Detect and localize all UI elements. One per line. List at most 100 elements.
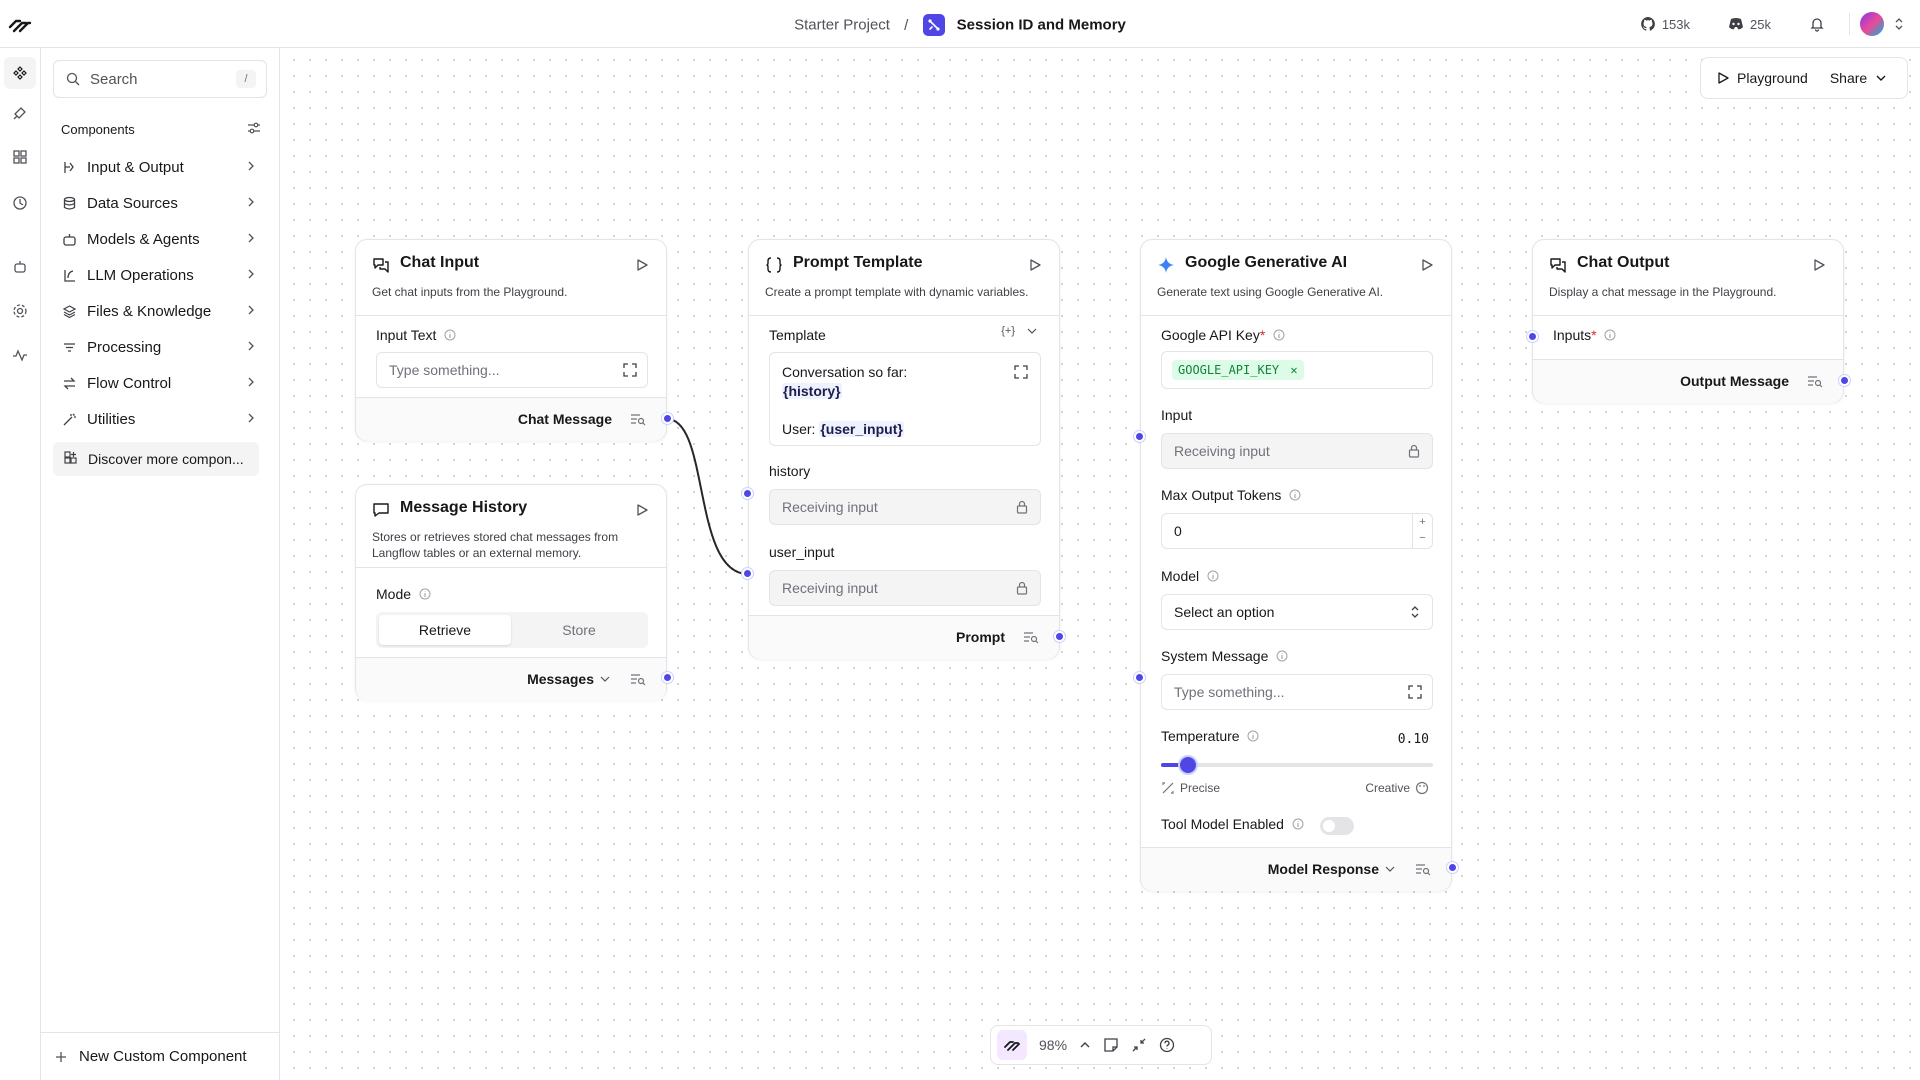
add-variable-button[interactable]: {+} — [1001, 325, 1015, 337]
category-models-agents[interactable]: Models & Agents — [53, 223, 259, 255]
info-icon[interactable] — [1207, 570, 1219, 582]
node-title[interactable]: Chat Input — [400, 254, 479, 272]
history-input-handle[interactable] — [742, 488, 753, 499]
fit-view-icon[interactable] — [1131, 1037, 1147, 1053]
node-google-generative-ai[interactable]: Google Generative AI Generate text using… — [1140, 239, 1452, 891]
history-rail-icon[interactable] — [10, 193, 30, 213]
category-input-output[interactable]: Input & Output — [53, 151, 259, 183]
temperature-slider-thumb[interactable] — [1178, 755, 1199, 775]
chat-output-output-handle[interactable] — [1839, 375, 1850, 386]
user-input-input-handle[interactable] — [742, 568, 753, 579]
chat-output-input-handle[interactable] — [1527, 331, 1538, 342]
prompt-output-handle[interactable] — [1054, 631, 1065, 642]
search-input[interactable] — [90, 69, 230, 89]
share-button[interactable]: Share — [1830, 70, 1887, 86]
run-node-icon[interactable] — [1029, 258, 1041, 272]
node-title[interactable]: Chat Output — [1577, 254, 1669, 272]
inspect-output-icon[interactable] — [630, 672, 646, 686]
expand-icon[interactable] — [1014, 365, 1028, 379]
mode-option-store[interactable]: Store — [513, 615, 645, 645]
activity-rail-icon[interactable] — [10, 345, 30, 365]
model-select[interactable]: Select an option — [1161, 594, 1433, 630]
info-icon[interactable] — [419, 588, 431, 600]
info-icon[interactable] — [1289, 489, 1301, 501]
run-node-icon[interactable] — [1421, 258, 1433, 272]
close-icon[interactable]: ✕ — [1290, 363, 1297, 377]
model-rail-icon[interactable] — [10, 103, 30, 123]
node-prompt-template[interactable]: Prompt Template Create a prompt template… — [748, 239, 1060, 659]
breadcrumb-project[interactable]: Starter Project — [794, 17, 890, 34]
chevron-down-icon[interactable] — [1385, 866, 1395, 873]
info-icon[interactable] — [1604, 329, 1616, 341]
node-chat-input[interactable]: Chat Input Get chat inputs from the Play… — [355, 239, 667, 441]
settings-rail-icon[interactable] — [10, 301, 30, 321]
info-icon[interactable] — [1247, 730, 1259, 742]
canvas-mode-button[interactable] — [997, 1030, 1027, 1060]
run-node-icon[interactable] — [636, 258, 648, 272]
node-message-history[interactable]: Message History Stores or retrieves stor… — [355, 484, 667, 701]
inspect-output-icon[interactable] — [630, 412, 646, 426]
category-data-sources[interactable]: Data Sources — [53, 187, 259, 219]
chat-input-output-handle[interactable] — [662, 413, 673, 424]
zoom-level[interactable]: 98% — [1039, 1037, 1067, 1053]
output-label[interactable]: Messages — [527, 671, 594, 687]
max-tokens-input[interactable]: 0 + − — [1161, 513, 1433, 549]
quantity-stepper[interactable]: + − — [1412, 514, 1432, 548]
node-title[interactable]: Google Generative AI — [1185, 254, 1347, 272]
category-flow-control[interactable]: Flow Control — [53, 367, 259, 399]
components-rail-icon[interactable] — [4, 57, 36, 89]
run-node-icon[interactable] — [636, 503, 648, 517]
output-label[interactable]: Output Message — [1680, 373, 1789, 389]
system-message-field[interactable]: Type something... — [1161, 674, 1433, 710]
help-icon[interactable] — [1159, 1037, 1175, 1053]
category-processing[interactable]: Processing — [53, 331, 259, 363]
info-icon[interactable] — [444, 329, 456, 341]
category-utilities[interactable]: Utilities — [53, 403, 259, 435]
category-llm-operations[interactable]: LLM Operations — [53, 259, 259, 291]
input-text-field[interactable]: Type something... — [376, 352, 648, 388]
system-message-input-handle[interactable] — [1134, 672, 1145, 683]
node-title[interactable]: Prompt Template — [793, 254, 923, 272]
notifications-button[interactable] — [1795, 16, 1839, 32]
template-editor[interactable]: Conversation so far: {history} User: {us… — [769, 352, 1041, 446]
tool-model-toggle[interactable] — [1320, 817, 1354, 835]
discover-more-button[interactable]: Discover more compon... — [53, 442, 259, 476]
chevron-up-down-icon[interactable] — [1894, 17, 1904, 31]
message-history-output-handle[interactable] — [662, 672, 673, 683]
sticky-note-icon[interactable] — [1103, 1037, 1119, 1053]
chevron-down-icon[interactable] — [600, 676, 610, 683]
new-custom-component-button[interactable]: New Custom Component — [41, 1032, 280, 1080]
expand-icon[interactable] — [623, 363, 637, 377]
decrement-icon[interactable]: − — [1413, 530, 1432, 546]
category-files-knowledge[interactable]: Files & Knowledge — [53, 295, 259, 327]
inspect-output-icon[interactable] — [1807, 374, 1823, 388]
temperature-slider[interactable] — [1161, 755, 1433, 775]
chevron-up-icon[interactable] — [1079, 1041, 1091, 1049]
expand-icon[interactable] — [1408, 685, 1422, 699]
model-response-output-handle[interactable] — [1447, 862, 1458, 873]
output-label[interactable]: Prompt — [956, 629, 1005, 645]
flow-title[interactable]: Session ID and Memory — [957, 17, 1126, 34]
filter-settings-icon[interactable] — [247, 121, 261, 135]
bundles-rail-icon[interactable] — [10, 147, 30, 167]
increment-icon[interactable]: + — [1413, 514, 1432, 530]
inspect-output-icon[interactable] — [1023, 630, 1039, 644]
global-variable-chip[interactable]: GOOGLE_API_KEY ✕ — [1172, 360, 1304, 380]
chevron-down-icon[interactable] — [1027, 328, 1037, 335]
robot-rail-icon[interactable] — [10, 257, 30, 277]
mode-option-retrieve[interactable]: Retrieve — [379, 615, 511, 645]
model-input-handle[interactable] — [1134, 431, 1145, 442]
info-icon[interactable] — [1273, 329, 1285, 341]
github-button[interactable]: 153k — [1626, 16, 1704, 32]
discord-button[interactable]: 25k — [1714, 17, 1785, 32]
info-icon[interactable] — [1292, 818, 1304, 830]
node-title[interactable]: Message History — [400, 499, 527, 517]
output-label[interactable]: Model Response — [1268, 861, 1379, 877]
api-key-field[interactable]: GOOGLE_API_KEY ✕ — [1161, 351, 1433, 389]
playground-button[interactable]: Playground — [1701, 70, 1808, 86]
info-icon[interactable] — [1276, 650, 1288, 662]
node-chat-output[interactable]: Chat Output Display a chat message in th… — [1532, 239, 1844, 403]
user-avatar[interactable] — [1860, 12, 1884, 36]
inspect-output-icon[interactable] — [1415, 862, 1431, 876]
output-label[interactable]: Chat Message — [518, 411, 612, 427]
